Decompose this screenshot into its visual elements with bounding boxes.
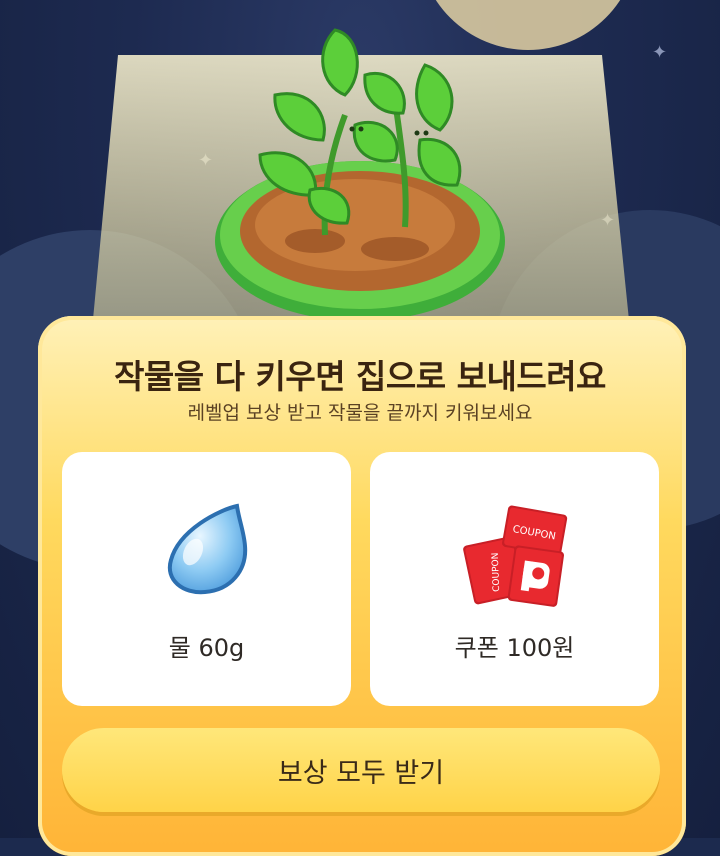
modal-subtitle: 레벨업 보상 받고 작물을 끝까지 키워보세요 [187,402,533,424]
reward-label-water: 물 60g [168,634,245,662]
water-drop-icon [159,500,255,600]
claim-all-rewards-button[interactable]: 보상 모두 받기 [62,728,660,812]
reward-card-water: 물 60g [62,452,351,706]
modal-title: 작물을 다 키우면 집으로 보내드려요 [114,357,606,396]
reward-label-coupon: 쿠폰 100원 [454,634,575,662]
crop-plant [215,28,505,321]
reward-card-coupon: COUPON COUPON 쿠폰 100원 [370,452,659,706]
coupon-icon: COUPON COUPON [455,500,575,614]
coupon-text: COUPON [490,552,501,592]
